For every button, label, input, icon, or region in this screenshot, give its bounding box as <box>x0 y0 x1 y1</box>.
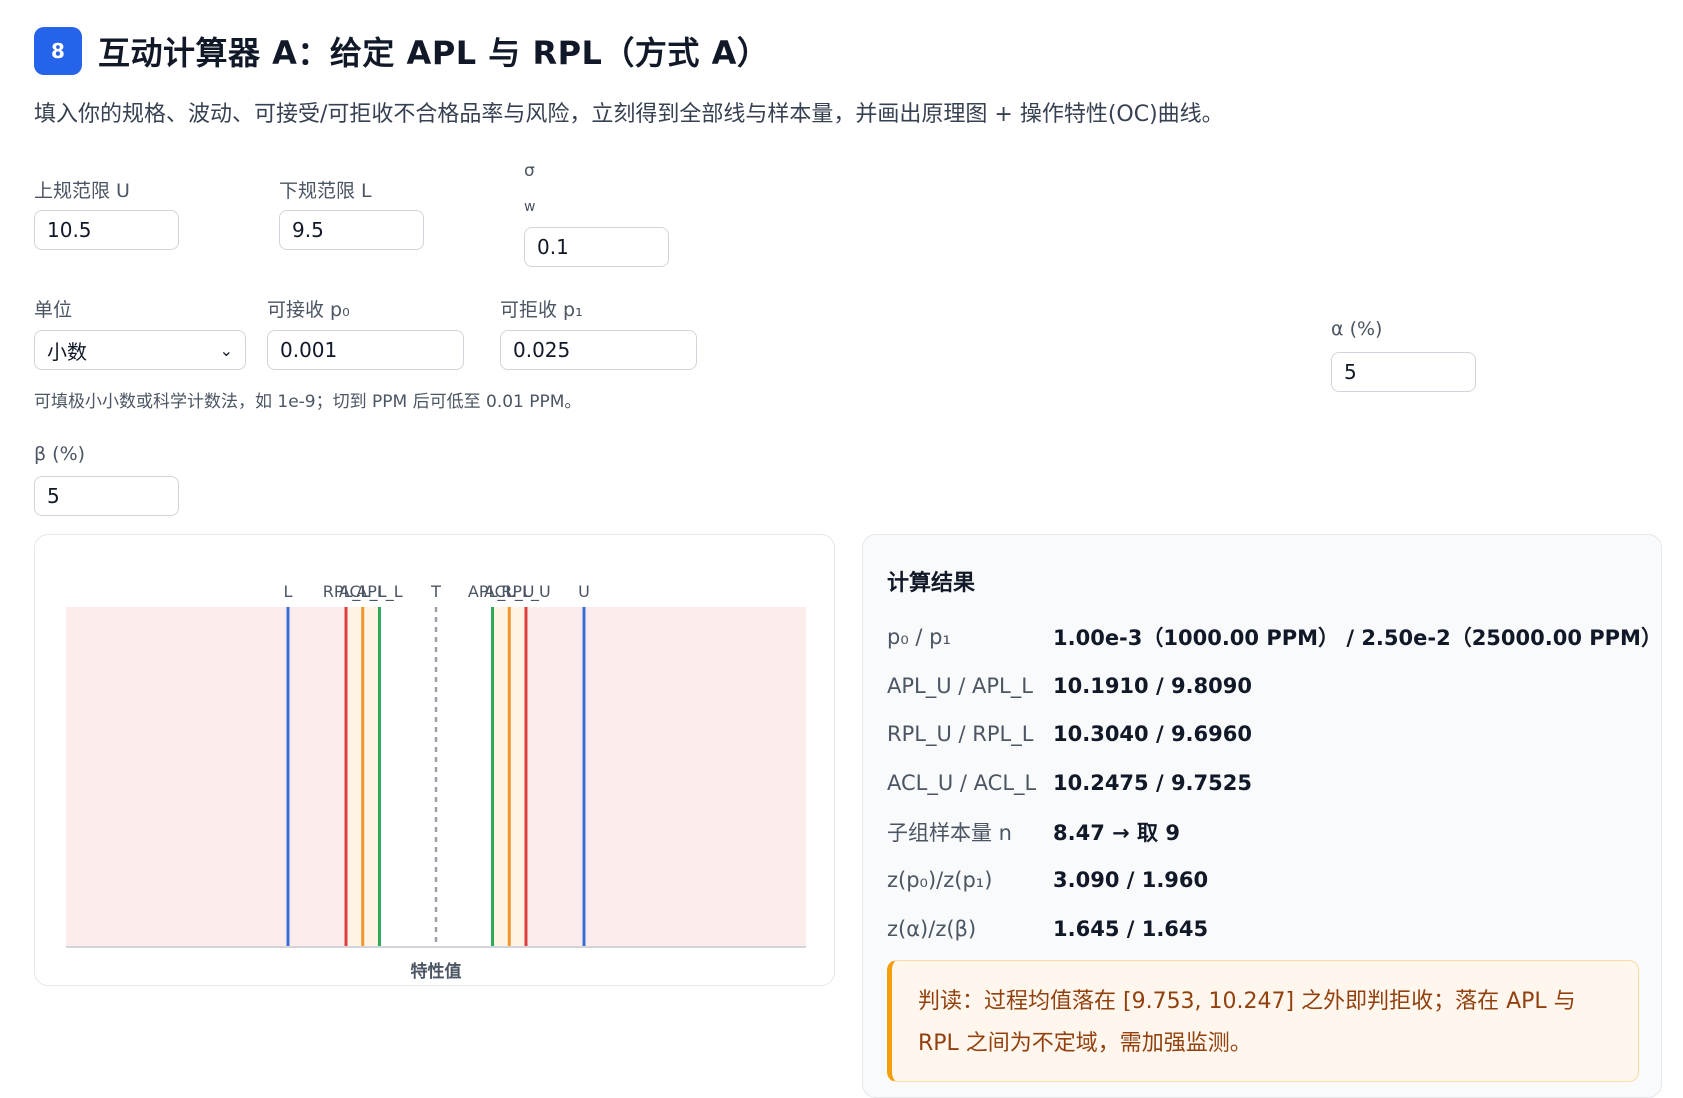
results-title: 计算结果 <box>887 571 976 596</box>
page-subtitle: 填入你的规格、波动、可接受/可拒收不合格品率与风险，立刻得到全部线与样本量，并画… <box>34 102 1224 127</box>
reject-zone-lower <box>66 607 347 947</box>
page-title: 互动计算器 A：给定 APL 与 RPL（方式 A） <box>98 34 770 72</box>
result-value: 1.645 / 1.645 <box>1053 917 1209 941</box>
result-value: 1.00e-3（1000.00 PPM） / 2.50e-2（25000.00 … <box>1053 626 1662 650</box>
upper-limit-label: 上规范限 U <box>34 180 130 202</box>
result-key: ACL_U / ACL_L <box>887 771 1037 795</box>
result-row: p₀ / p₁ 1.00e-3（1000.00 PPM） / 2.50e-2（2… <box>887 621 1662 653</box>
result-row: APL_U / APL_L 10.1910 / 9.8090 <box>887 670 1252 702</box>
result-row: RPL_U / RPL_L 10.3040 / 9.6960 <box>887 718 1252 750</box>
sigma-input[interactable]: 0.1 <box>524 227 669 267</box>
upper-limit-input[interactable]: 10.5 <box>34 210 179 250</box>
line-label-t: T <box>430 582 441 601</box>
result-value: 10.3040 / 9.6960 <box>1053 722 1252 746</box>
verdict-note: 判读：过程均值落在 [9.753, 10.247] 之外即判拒收；落在 APL … <box>887 960 1639 1082</box>
p1-label: 可拒收 p₁ <box>500 299 583 321</box>
line-label-rpl-u: RPL_U <box>501 582 550 602</box>
result-key: z(α)/z(β) <box>887 917 977 941</box>
lower-limit-input[interactable]: 9.5 <box>279 210 424 250</box>
result-row: ACL_U / ACL_L 10.2475 / 9.7525 <box>887 767 1252 799</box>
p0-input[interactable]: 0.001 <box>267 330 464 370</box>
beta-input[interactable]: 5 <box>34 476 179 516</box>
input-hint: 可填极小小数或科学计数法，如 1e-9；切到 PPM 后可低至 0.01 PPM… <box>34 392 582 412</box>
line-label-u: U <box>578 582 590 601</box>
sigma-sublabel: w <box>524 199 536 215</box>
result-row: z(α)/z(β) 1.645 / 1.645 <box>887 913 1208 945</box>
result-value: 3.090 / 1.960 <box>1053 868 1209 892</box>
unit-select[interactable]: 小数 ⌄ <box>34 330 246 370</box>
result-key: p₀ / p₁ <box>887 625 951 649</box>
chevron-down-icon: ⌄ <box>219 340 233 360</box>
unit-select-value: 小数 <box>47 339 87 364</box>
result-value: 10.2475 / 9.7525 <box>1053 771 1252 795</box>
result-key: RPL_U / RPL_L <box>887 722 1034 746</box>
line-label-l: L <box>284 582 293 601</box>
result-value: 8.47 → 取 9 <box>1053 821 1180 845</box>
result-row: 子组样本量 n 8.47 → 取 9 <box>887 816 1180 848</box>
result-key: APL_U / APL_L <box>887 674 1033 698</box>
p1-input[interactable]: 0.025 <box>500 330 697 370</box>
line-label-apl-l: APL_L <box>356 582 403 602</box>
result-value: 10.1910 / 9.8090 <box>1053 674 1252 698</box>
section-header: 8 互动计算器 A：给定 APL 与 RPL（方式 A） <box>34 27 769 75</box>
results-card: 计算结果 p₀ / p₁ 1.00e-3（1000.00 PPM） / 2.50… <box>862 534 1662 1098</box>
x-axis-label: 特性值 <box>411 961 462 982</box>
reject-zone-upper <box>525 607 806 947</box>
p0-label: 可接收 p₀ <box>267 299 350 321</box>
section-number-badge: 8 <box>34 27 82 75</box>
result-row: z(p₀)/z(p₁) 3.090 / 1.960 <box>887 864 1208 896</box>
unit-label: 单位 <box>34 299 73 321</box>
alpha-label: α (%) <box>1331 318 1383 340</box>
lower-limit-label: 下规范限 L <box>279 180 372 202</box>
sigma-label: σ <box>524 161 535 181</box>
result-key: z(p₀)/z(p₁) <box>887 868 993 892</box>
principle-chart: L RPL_LACL_LAPL_L T APL_UACL_URPL_U U 特性值 <box>66 582 806 982</box>
alpha-input[interactable]: 5 <box>1331 352 1476 392</box>
principle-chart-card: L RPL_L ACL_L APL_L T APL_U ACL_U RPL_U U 特性值 <box>34 534 835 986</box>
beta-label: β (%) <box>34 443 86 465</box>
result-key: 子组样本量 n <box>887 821 1012 845</box>
